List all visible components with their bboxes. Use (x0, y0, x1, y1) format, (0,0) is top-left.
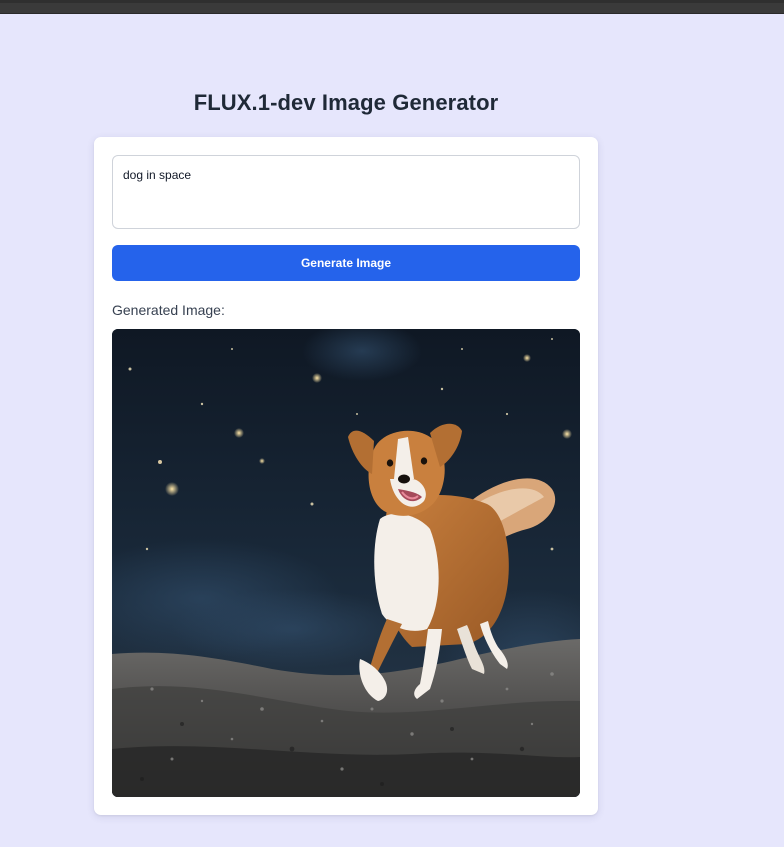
browser-top-strip (0, 0, 784, 14)
page-title: FLUX.1-dev Image Generator (193, 90, 499, 115)
prompt-input[interactable] (112, 155, 580, 229)
generator-card: Generate Image Generated Image: (94, 137, 598, 815)
generate-image-button[interactable]: Generate Image (112, 245, 580, 281)
generated-image (112, 329, 580, 797)
generated-image-label: Generated Image: (112, 302, 225, 318)
